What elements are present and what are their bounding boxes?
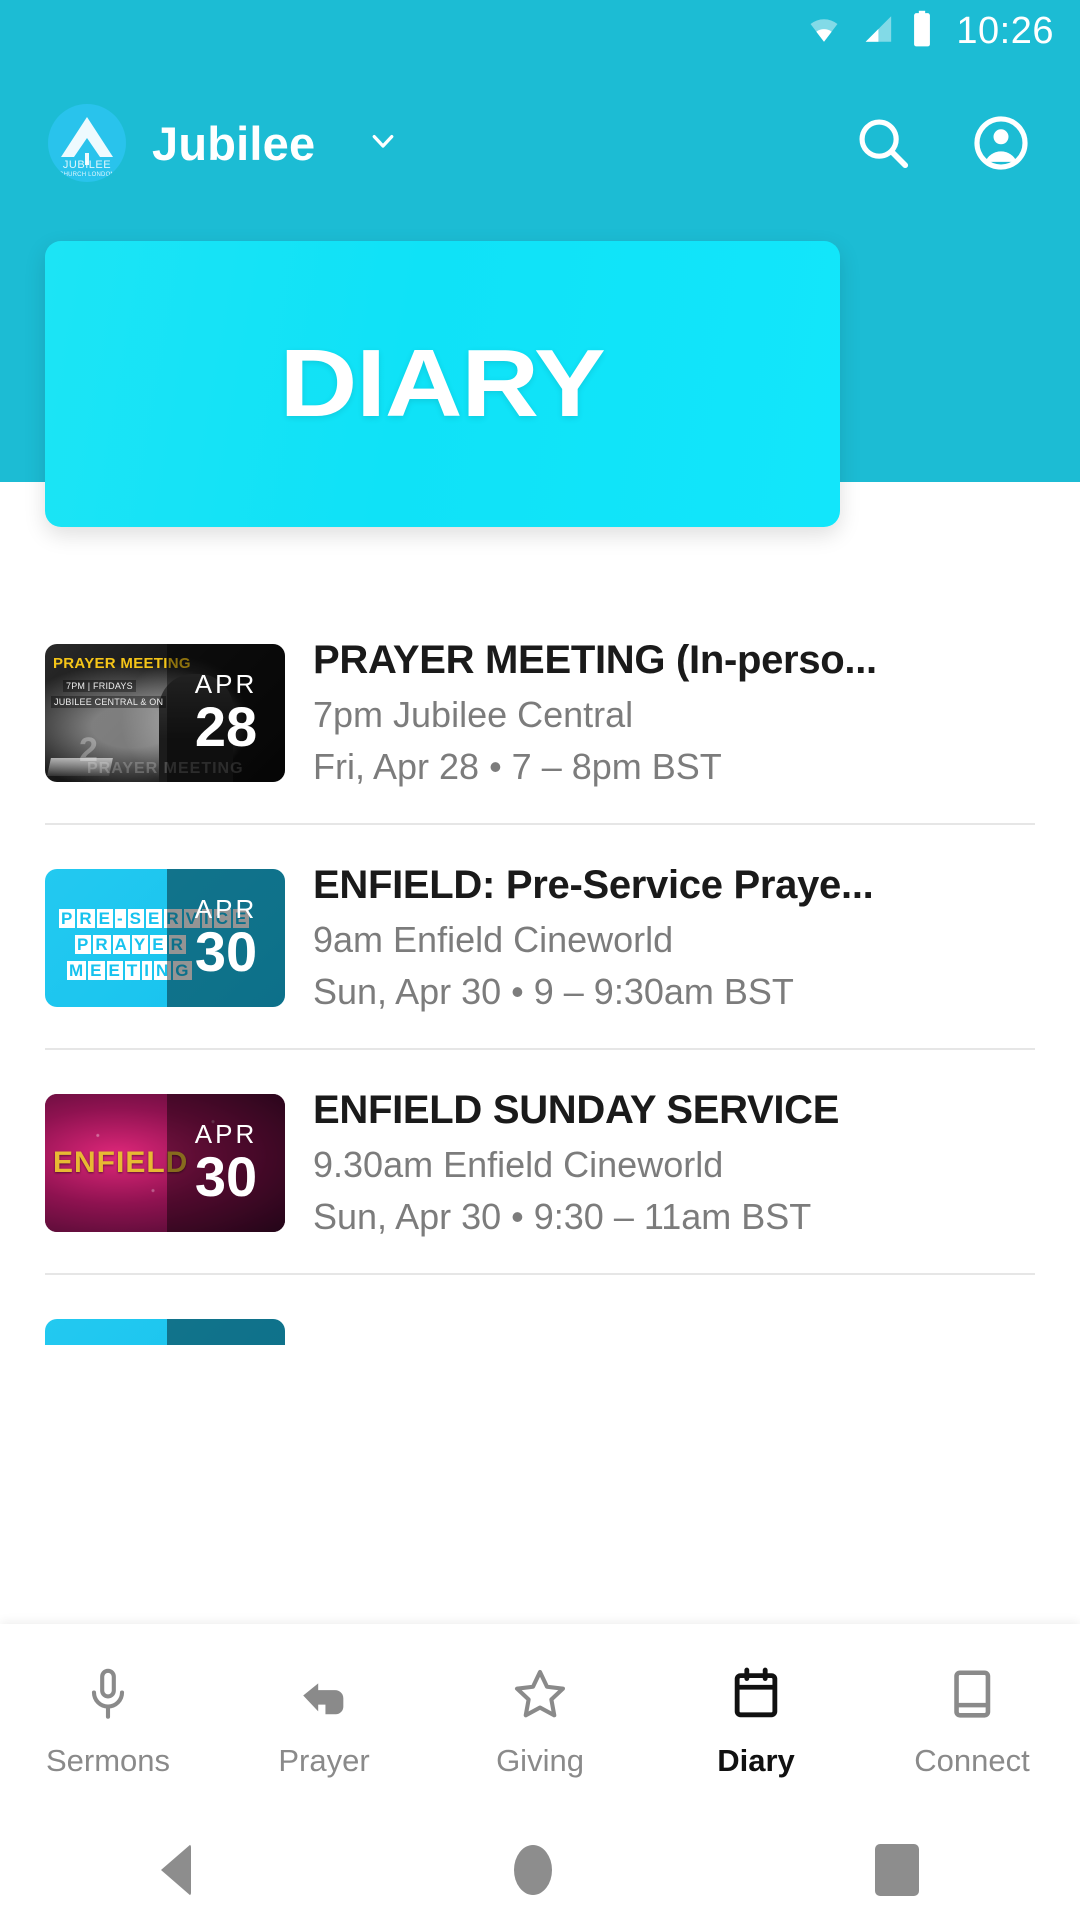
event-schedule: Sun, Apr 30 • 9 – 9:30am BST <box>313 971 794 1012</box>
event-date-badge: APR 28 <box>167 643 285 782</box>
event-thumbnail: PRE-SERVICE PRAYER MEETING APR 30 <box>45 1318 285 1345</box>
event-location: 9am Enfield Cineworld <box>313 919 674 960</box>
calendar-icon <box>727 1665 785 1723</box>
diary-banner[interactable]: DIARY <box>45 241 840 527</box>
book-icon <box>943 1665 1001 1723</box>
event-details: ENFIELD SUNDAY SERVICE 9.30am Enfield Ci… <box>313 1088 1035 1237</box>
logo-subword-text: CHURCH LONDON <box>59 171 115 178</box>
logo-wordmark: JUBILEE CHURCH LONDON <box>48 159 126 178</box>
event-month: APR <box>194 668 258 699</box>
event-date-badge: APR 30 <box>167 1093 285 1232</box>
app-bar-actions <box>852 112 1046 174</box>
event-schedule: Fri, Apr 28 • 7 – 8pm BST <box>313 746 722 787</box>
circle-home-icon[interactable] <box>513 1845 552 1895</box>
battery-icon <box>910 10 934 53</box>
event-thumbnail: 2 PRAYER MEETING PRAYER MEETING 7PM | FR… <box>45 643 285 782</box>
tab-connect[interactable]: Connect <box>864 1665 1080 1779</box>
list-item[interactable]: ENFIELD APR 30 ENFIELD SUNDAY SERVICE 9.… <box>0 1050 1080 1275</box>
microphone-icon <box>79 1665 137 1723</box>
event-date-badge: APR 30 <box>167 1318 285 1345</box>
event-title: PRAYER MEETING (In-perso... <box>313 637 877 682</box>
tab-giving[interactable]: Giving <box>432 1665 648 1779</box>
event-location: 9.30am Enfield Cineworld <box>313 1144 724 1185</box>
brand-switcher[interactable]: JUBILEE CHURCH LONDON Jubilee <box>48 104 405 182</box>
event-date-badge: APR 30 <box>167 868 285 1007</box>
event-title: ENFIELD SUNDAY SERVICE <box>313 1087 840 1132</box>
diary-banner-title: DIARY <box>280 330 606 437</box>
star-icon <box>511 1665 569 1723</box>
logo-word-text: JUBILEE <box>62 159 112 172</box>
tab-label: Prayer <box>278 1743 370 1778</box>
app-bar: JUBILEE CHURCH LONDON Jubilee <box>0 88 1080 198</box>
tab-diary[interactable]: Diary <box>648 1665 864 1779</box>
search-icon[interactable] <box>852 112 914 174</box>
tab-prayer[interactable]: Prayer <box>216 1665 432 1779</box>
event-location: 7pm Jubilee Central <box>313 694 634 735</box>
thumb-line-1: 7PM | FRIDAYS <box>63 679 136 692</box>
tab-sermons[interactable]: Sermons <box>0 1665 216 1779</box>
event-day: 30 <box>194 1144 258 1208</box>
event-day: 30 <box>194 919 258 983</box>
bottom-navigation: Sermons Prayer Giving Diary Connect <box>0 1624 1080 1820</box>
event-schedule: Sun, Apr 30 • 9:30 – 11am BST <box>313 1196 812 1237</box>
event-thumbnail: ENFIELD APR 30 <box>45 1093 285 1232</box>
jubilee-logo-icon: JUBILEE CHURCH LONDON <box>48 104 126 182</box>
event-month: APR <box>194 1118 258 1149</box>
praying-hands-icon <box>295 1665 353 1723</box>
brand-title: Jubilee <box>152 116 316 170</box>
event-details: PRAYER MEETING (In-perso... 7pm Jubilee … <box>313 638 1035 787</box>
event-month: APR <box>194 893 258 924</box>
status-bar: 10:26 <box>0 0 1080 62</box>
thumb-line-2: JUBILEE CENTRAL & ON <box>51 695 167 708</box>
list-item[interactable]: PRE-SERVICE PRAYER MEETING APR 30 HARLOW… <box>0 1275 1080 1345</box>
event-title: ENFIELD: Pre-Service Praye... <box>313 862 874 907</box>
chevron-down-icon[interactable] <box>361 126 405 161</box>
event-details: ENFIELD: Pre-Service Praye... 9am Enfiel… <box>313 863 1035 1012</box>
status-bar-clock: 10:26 <box>956 10 1054 52</box>
tab-label: Diary <box>717 1743 795 1778</box>
event-day: 28 <box>194 694 258 758</box>
event-thumbnail: PRE-SERVICE PRAYER MEETING APR 30 <box>45 868 285 1007</box>
list-item[interactable]: 2 PRAYER MEETING PRAYER MEETING 7PM | FR… <box>0 600 1080 825</box>
square-recents-icon[interactable] <box>874 1844 919 1896</box>
tab-label: Sermons <box>45 1743 171 1778</box>
event-list[interactable]: 2 PRAYER MEETING PRAYER MEETING 7PM | FR… <box>0 600 1080 1345</box>
tab-label: Connect <box>914 1743 1030 1778</box>
triangle-back-icon[interactable] <box>161 1844 192 1896</box>
wifi-icon <box>804 12 844 51</box>
account-circle-icon[interactable] <box>970 112 1032 174</box>
system-navigation-bar <box>0 1820 1080 1920</box>
tab-label: Giving <box>496 1743 584 1778</box>
list-item[interactable]: PRE-SERVICE PRAYER MEETING APR 30 ENFIEL… <box>0 825 1080 1050</box>
cellular-signal-icon <box>858 12 896 51</box>
